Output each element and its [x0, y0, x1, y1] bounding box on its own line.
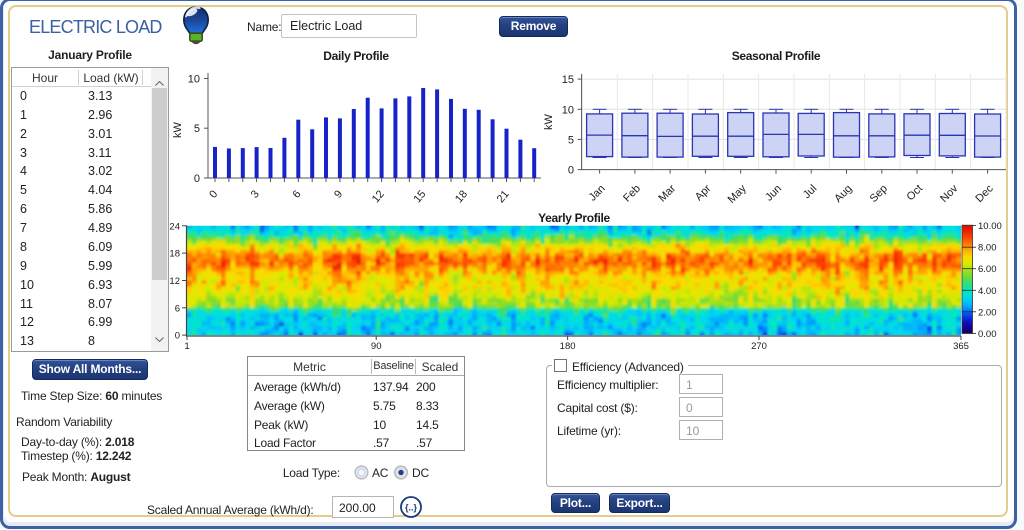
svg-text:5: 5 — [568, 134, 574, 146]
svg-text:10: 10 — [562, 104, 574, 116]
svg-text:Yearly Profile: Yearly Profile — [538, 211, 610, 225]
svg-text:Daily Profile: Daily Profile — [323, 49, 389, 63]
svg-text:5: 5 — [194, 123, 200, 135]
svg-text:Jun: Jun — [763, 183, 784, 204]
svg-text:Mar: Mar — [656, 182, 678, 204]
svg-text:15: 15 — [562, 74, 574, 86]
svg-text:21: 21 — [495, 188, 512, 205]
svg-text:Sep: Sep — [868, 183, 890, 205]
svg-text:May: May — [726, 182, 750, 206]
svg-text:0: 0 — [194, 173, 200, 185]
svg-text:kW: kW — [172, 121, 184, 138]
svg-text:15: 15 — [411, 188, 428, 205]
svg-text:kW: kW — [543, 113, 555, 130]
svg-text:Jul: Jul — [801, 183, 819, 201]
svg-text:Oct: Oct — [905, 183, 926, 204]
svg-text:Dec: Dec — [973, 182, 996, 205]
svg-text:0: 0 — [207, 188, 220, 200]
svg-text:Apr: Apr — [693, 182, 714, 203]
svg-text:Feb: Feb — [621, 183, 643, 205]
svg-text:0: 0 — [568, 165, 574, 177]
svg-text:Seasonal Profile: Seasonal Profile — [732, 49, 821, 63]
svg-text:3: 3 — [249, 188, 262, 200]
svg-text:Jan: Jan — [587, 183, 608, 204]
svg-text:Aug: Aug — [832, 183, 854, 205]
svg-text:10: 10 — [188, 74, 200, 86]
svg-text:Nov: Nov — [938, 182, 961, 205]
svg-text:18: 18 — [453, 188, 470, 205]
svg-text:9: 9 — [332, 188, 345, 200]
svg-text:12: 12 — [370, 188, 387, 205]
svg-text:6: 6 — [290, 188, 303, 200]
